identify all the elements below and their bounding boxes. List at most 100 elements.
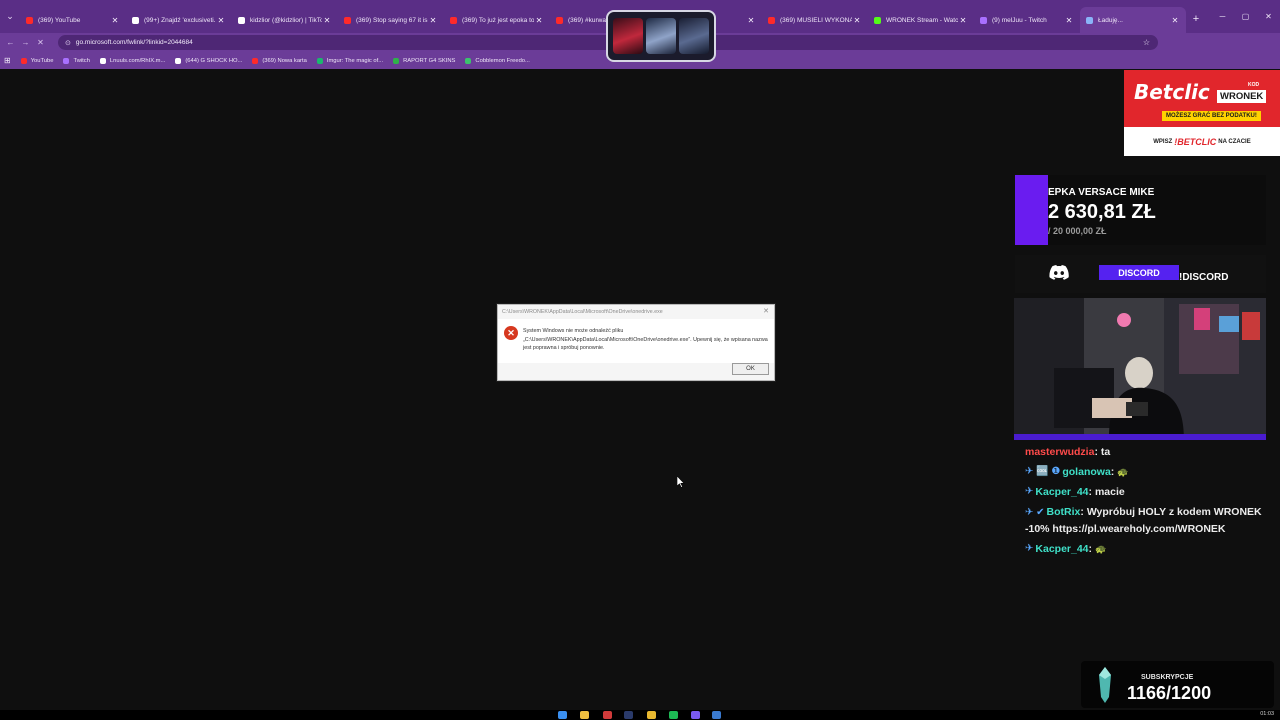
- close-window-icon[interactable]: ✕: [1257, 0, 1280, 33]
- chat-message: ✈ ✔ BotRix: Wypróbuj HOLY z kodem WRONEK …: [1025, 504, 1265, 536]
- chat-message: ✈ Kacper_44: 🐢: [1025, 541, 1265, 557]
- preview-thumbnail-item: [613, 18, 644, 54]
- stop-loading-icon[interactable]: ✕: [33, 33, 48, 52]
- tab-close-icon[interactable]: ✕: [1064, 16, 1074, 25]
- dialog-title: C:\Users\WRONEK\AppData\Local\Microsoft\…: [502, 308, 663, 315]
- tab-favicon-icon: [344, 16, 351, 24]
- tab-close-icon[interactable]: ✕: [958, 16, 968, 25]
- bookmark-label: Imgur: The magic of...: [326, 57, 384, 64]
- tab-close-icon[interactable]: ✕: [110, 16, 120, 25]
- bookmark-label: Lnuuls.com/RhIX.m...: [109, 57, 166, 64]
- bookmark-favicon-icon: [393, 57, 400, 64]
- app-icon[interactable]: [712, 711, 721, 719]
- browser-tab[interactable]: (369) To już jest epoka to... ✕: [444, 7, 550, 33]
- tab-hover-preview: [606, 10, 716, 62]
- bookmark-label: (644) G SHOCK HO...: [185, 57, 243, 64]
- goal-amount: 2 630,81 ZŁ: [1048, 201, 1156, 223]
- tab-title: (369) MUSIELI WYKONAĆ...: [780, 16, 852, 24]
- sponsor-cta: WPISZ !BETCLIC NA CZACIE: [1124, 127, 1280, 156]
- browser-tab[interactable]: kidzlior (@kidzlior) | TikTo... ✕: [232, 7, 338, 33]
- tab-title: (9) melJuu - Twitch: [992, 16, 1047, 24]
- bookmark-item[interactable]: Lnuuls.com/RhIX.m...: [99, 57, 166, 64]
- tab-title: (369) YouTube: [38, 16, 81, 24]
- chat-username: Kacper_44: [1035, 486, 1089, 499]
- bookmark-item[interactable]: Twitch: [63, 57, 90, 64]
- bookmark-item[interactable]: (369) Nowa karta: [252, 57, 307, 64]
- bookmark-favicon-icon: [175, 57, 182, 64]
- bookmark-favicon-icon: [63, 57, 70, 64]
- tab-close-icon[interactable]: ✕: [1170, 16, 1180, 25]
- bookmark-favicon-icon: [99, 57, 106, 64]
- tab-search-icon[interactable]: ⌄: [0, 0, 20, 33]
- crystal-icon: [1099, 667, 1111, 703]
- minimize-icon[interactable]: ─: [1211, 0, 1234, 33]
- bookmark-label: RAPORT G4 SKINS: [403, 57, 456, 64]
- browser-tab[interactable]: (99+) Znajdź 'exclusiveti... ✕: [126, 7, 232, 33]
- forward-icon[interactable]: →: [18, 33, 33, 52]
- dialog-close-icon[interactable]: ✕: [763, 307, 769, 315]
- bookmark-label: Twitch: [73, 57, 90, 64]
- spotify-icon[interactable]: [669, 711, 678, 719]
- tab-close-icon[interactable]: ✕: [322, 16, 332, 25]
- bookmark-item[interactable]: (644) G SHOCK HO...: [175, 57, 243, 64]
- app-icon[interactable]: [691, 711, 700, 719]
- back-icon[interactable]: ←: [3, 33, 18, 52]
- browser-tab[interactable]: WRONEK Stream - Watch...✕: [868, 7, 974, 33]
- windows-start-icon[interactable]: [558, 711, 567, 719]
- chat-badge-icon: ✈ 🆒 ❶: [1025, 466, 1061, 478]
- chat-username: masterwudzia: [1025, 446, 1095, 458]
- bookmark-item[interactable]: Cobblemon Freedo...: [465, 57, 530, 64]
- browser-tab[interactable]: Ładuję... ✕: [1080, 7, 1186, 33]
- tab-close-icon[interactable]: ✕: [852, 16, 862, 25]
- new-tab-button[interactable]: +: [1186, 13, 1206, 25]
- screen: ⌄ (369) YouTube ✕ (99+) Znajdź 'exclusivet…: [0, 0, 1280, 720]
- chrome-icon[interactable]: [647, 711, 656, 719]
- chat-message: masterwudzia: ta: [1025, 444, 1265, 460]
- browser-tab[interactable]: (9) melJuu - Twitch ✕: [974, 7, 1080, 33]
- discord-command: !DISCORD: [1179, 272, 1229, 283]
- chat-text: macie: [1094, 486, 1125, 499]
- apps-grid-icon[interactable]: ⊞: [4, 56, 11, 65]
- url-text: go.microsoft.com/fwlink/?linkid=2044684: [75, 39, 193, 46]
- mouse-cursor-icon: [677, 476, 685, 488]
- tab-close-icon[interactable]: ✕: [428, 16, 438, 25]
- maximize-icon[interactable]: ▢: [1234, 0, 1257, 33]
- bookmark-favicon-icon: [20, 57, 27, 64]
- ok-button[interactable]: OK: [732, 363, 769, 375]
- betclic-logo: Betclic: [1134, 80, 1210, 104]
- chat-text: ta: [1100, 446, 1111, 458]
- tab-favicon-icon: [450, 16, 457, 24]
- tab-favicon-icon: [768, 16, 775, 24]
- tab-close-icon[interactable]: ✕: [746, 16, 756, 25]
- goal-progress-bar: [1015, 175, 1048, 245]
- preview-thumbnail-item: [645, 18, 676, 54]
- bookmark-item[interactable]: RAPORT G4 SKINS: [393, 57, 456, 64]
- webcam-feed: [1014, 298, 1266, 440]
- chat-username: golanowa: [1062, 466, 1111, 478]
- promo-code: WRONEK: [1217, 90, 1267, 103]
- bookmark-item[interactable]: YouTube: [20, 57, 53, 64]
- browser-tab[interactable]: (369) Stop saying 67 it is... ✕: [338, 7, 444, 33]
- browser-tab[interactable]: (369) YouTube ✕: [20, 7, 126, 33]
- site-info-icon[interactable]: ⊙: [65, 39, 71, 47]
- bookmark-item[interactable]: Imgur: The magic of...: [316, 57, 384, 64]
- file-explorer-icon[interactable]: [580, 711, 589, 719]
- tab-favicon-icon: [26, 16, 33, 24]
- error-dialog: C:\Users\WRONEK\AppData\Local\Microsoft\…: [497, 304, 775, 381]
- bookmark-star-icon[interactable]: ☆: [1143, 38, 1150, 47]
- webcam-border: [1014, 434, 1266, 440]
- donation-goal: EPKA VERSACE MIKE 2 630,81 ZŁ / 20 000,0…: [1015, 175, 1266, 245]
- steam-icon[interactable]: [624, 711, 633, 719]
- goal-name: EPKA VERSACE MIKE: [1048, 187, 1155, 198]
- window-controls: ─ ▢ ✕: [1211, 0, 1280, 33]
- tab-close-icon[interactable]: ✕: [534, 16, 544, 25]
- discord-icon: [1049, 265, 1069, 280]
- tab-title: WRONEK Stream - Watch...: [886, 16, 958, 24]
- tab-close-icon[interactable]: ✕: [216, 16, 226, 25]
- app-icon[interactable]: [603, 711, 612, 719]
- taskbar-clock[interactable]: 01:03: [1260, 711, 1274, 717]
- tab-favicon-icon: [132, 16, 139, 24]
- chat-username: Kacper_44: [1035, 542, 1089, 555]
- browser-tab[interactable]: (369) MUSIELI WYKONAĆ...✕: [762, 7, 868, 33]
- tab-favicon-icon: [980, 16, 987, 24]
